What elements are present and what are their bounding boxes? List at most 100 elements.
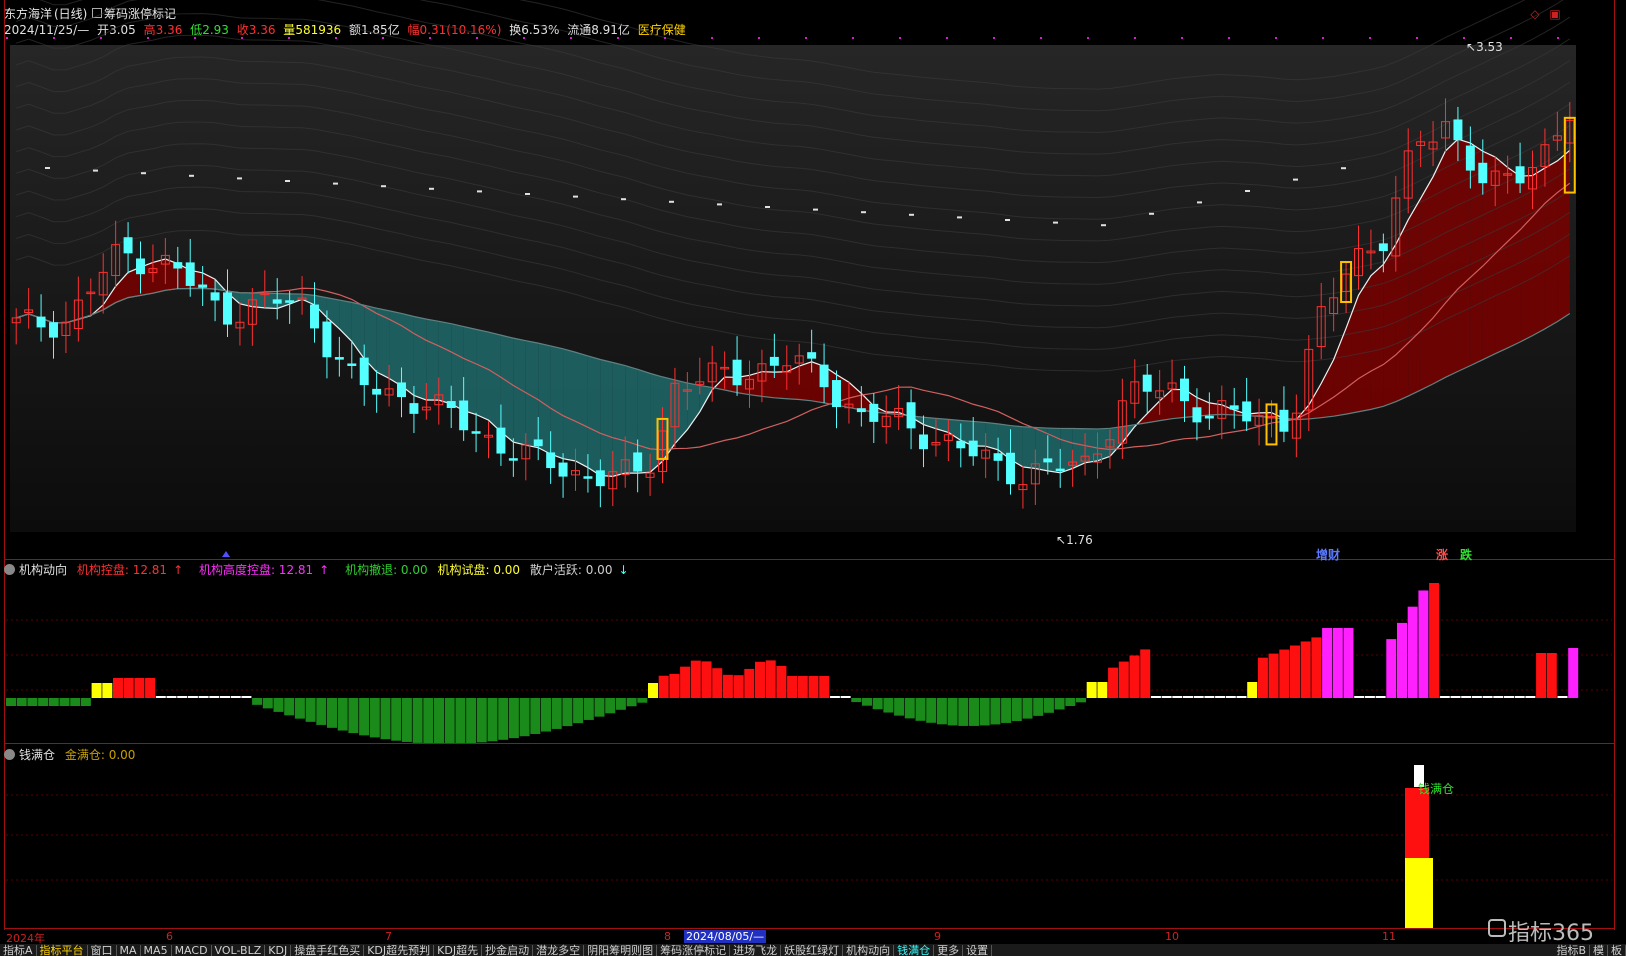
tab-17[interactable]: 机构动向 [843,945,895,956]
resistance-marker [429,187,434,190]
institution-bar [744,668,755,698]
institution-bar [1429,583,1440,698]
institution-bar [241,696,252,698]
tab-19[interactable]: 更多 [934,945,964,956]
institution-bar [359,698,370,736]
institution-bar [1493,696,1504,698]
institution-bar [1086,682,1097,698]
tab-18[interactable]: 钱满仓 [894,945,935,956]
tab-7[interactable]: KDJ [265,945,292,956]
candle-down [533,439,543,447]
candle-down [49,322,58,338]
signal-dot [429,37,431,39]
candle-down [272,299,282,304]
tab-9[interactable]: KDJ超先预判 [364,945,435,956]
candle-down [558,462,568,477]
institution-bar [583,698,594,720]
candle-down [1142,374,1152,392]
institution-bar [1108,667,1119,698]
institution-bar [701,661,712,698]
institution-bar [648,683,658,698]
signal-dot [946,37,948,39]
resistance-marker [525,193,530,195]
pane2-title[interactable]: 机构动向 [19,563,67,577]
tab-10[interactable]: KDJ超先 [434,945,483,956]
tab-20[interactable]: 设置 [963,945,993,956]
candle-down [409,403,419,414]
candle-down [123,237,133,254]
resistance-marker [1101,224,1106,227]
institution-bar [680,666,691,698]
pane-toggle-icon[interactable] [4,564,15,575]
tab-6[interactable]: VOL-BLZ [212,945,266,956]
tab-3[interactable]: MA [117,945,141,956]
trend-band-segment [438,321,452,404]
tab-1[interactable]: 指标平台 [37,945,88,956]
trend-band-segment [774,371,787,399]
candle-down [223,292,232,325]
institution-bar [1033,698,1044,716]
institution-bar [862,698,872,706]
tab-2[interactable]: 窗口 [88,945,117,956]
institution-bar [16,698,27,706]
institution-bar [1150,696,1161,698]
candle-down [1478,162,1488,184]
trend-band-segment [563,348,576,462]
candle-down [819,364,829,388]
trend-band-segment [500,335,514,443]
institution-bar [1076,698,1086,703]
right-tab-2[interactable]: 板 [1608,945,1626,956]
signal-dot [6,37,8,39]
candle-down [198,284,208,288]
institution-bar [851,698,862,703]
institution-bar [1546,653,1557,698]
trend-band-segment [761,371,775,398]
institution-bar [1290,645,1300,698]
tab-11[interactable]: 抄金启动 [482,945,534,956]
tab-5[interactable]: MACD [172,945,212,956]
institution-bar [1407,606,1418,698]
tab-13[interactable]: 阴阳筹明则图 [584,945,658,956]
institution-bar [134,678,145,698]
institution-bar [722,674,733,698]
tab-16[interactable]: 妖股红绿灯 [781,945,844,956]
tab-8[interactable]: 操盘手红色买 [291,945,365,956]
pane2-header: 机构动向 机构控盘: 12.81 ↑ 机构高度控盘: 12.81 ↑ 机构撤退: 0… [4,561,641,577]
tab-12[interactable]: 潜龙多空 [533,945,585,956]
tab-4[interactable]: MA5 [141,945,172,956]
pane-divider-3 [4,928,1614,929]
tab-14[interactable]: 筹码涨停标记 [657,945,731,956]
tab-0[interactable]: 指标A [0,945,37,956]
candle-down [1204,415,1214,419]
chart-canvas[interactable] [0,0,1626,956]
trend-band-segment [1507,167,1521,348]
legend-inst-control: 机构控盘: 12.81 ↑ [76,563,184,577]
institution-bar [273,698,284,712]
candle-down [1465,145,1475,171]
candle-down [1453,119,1463,141]
institution-bar [508,698,519,739]
institution-bar [1364,696,1375,698]
institution-bar [1504,696,1514,698]
gold-bar-yellow [1405,858,1433,928]
institution-bar [145,678,156,698]
institution-bar [1204,696,1215,698]
marker-triangle [222,551,230,557]
institution-bar [316,698,327,725]
signal-dot [1369,37,1371,39]
institution-bar [776,665,787,698]
institution-bar [102,683,113,698]
right-tab-0[interactable]: 指标B [1553,945,1590,956]
trend-band-segment [476,329,489,421]
institution-bar [1140,649,1151,698]
institution-bar [551,698,562,729]
resistance-marker [621,198,626,201]
signal-dot [147,37,149,39]
tab-15[interactable]: 进场飞龙 [730,945,782,956]
institution-bar [840,696,851,698]
axis-label-nov: 11 [1382,930,1396,943]
candle-down [993,453,1003,461]
right-tab-1[interactable]: 模 [1590,945,1608,956]
pane3-title[interactable]: 钱满仓 [19,748,55,762]
pane-toggle-icon[interactable] [4,749,15,760]
